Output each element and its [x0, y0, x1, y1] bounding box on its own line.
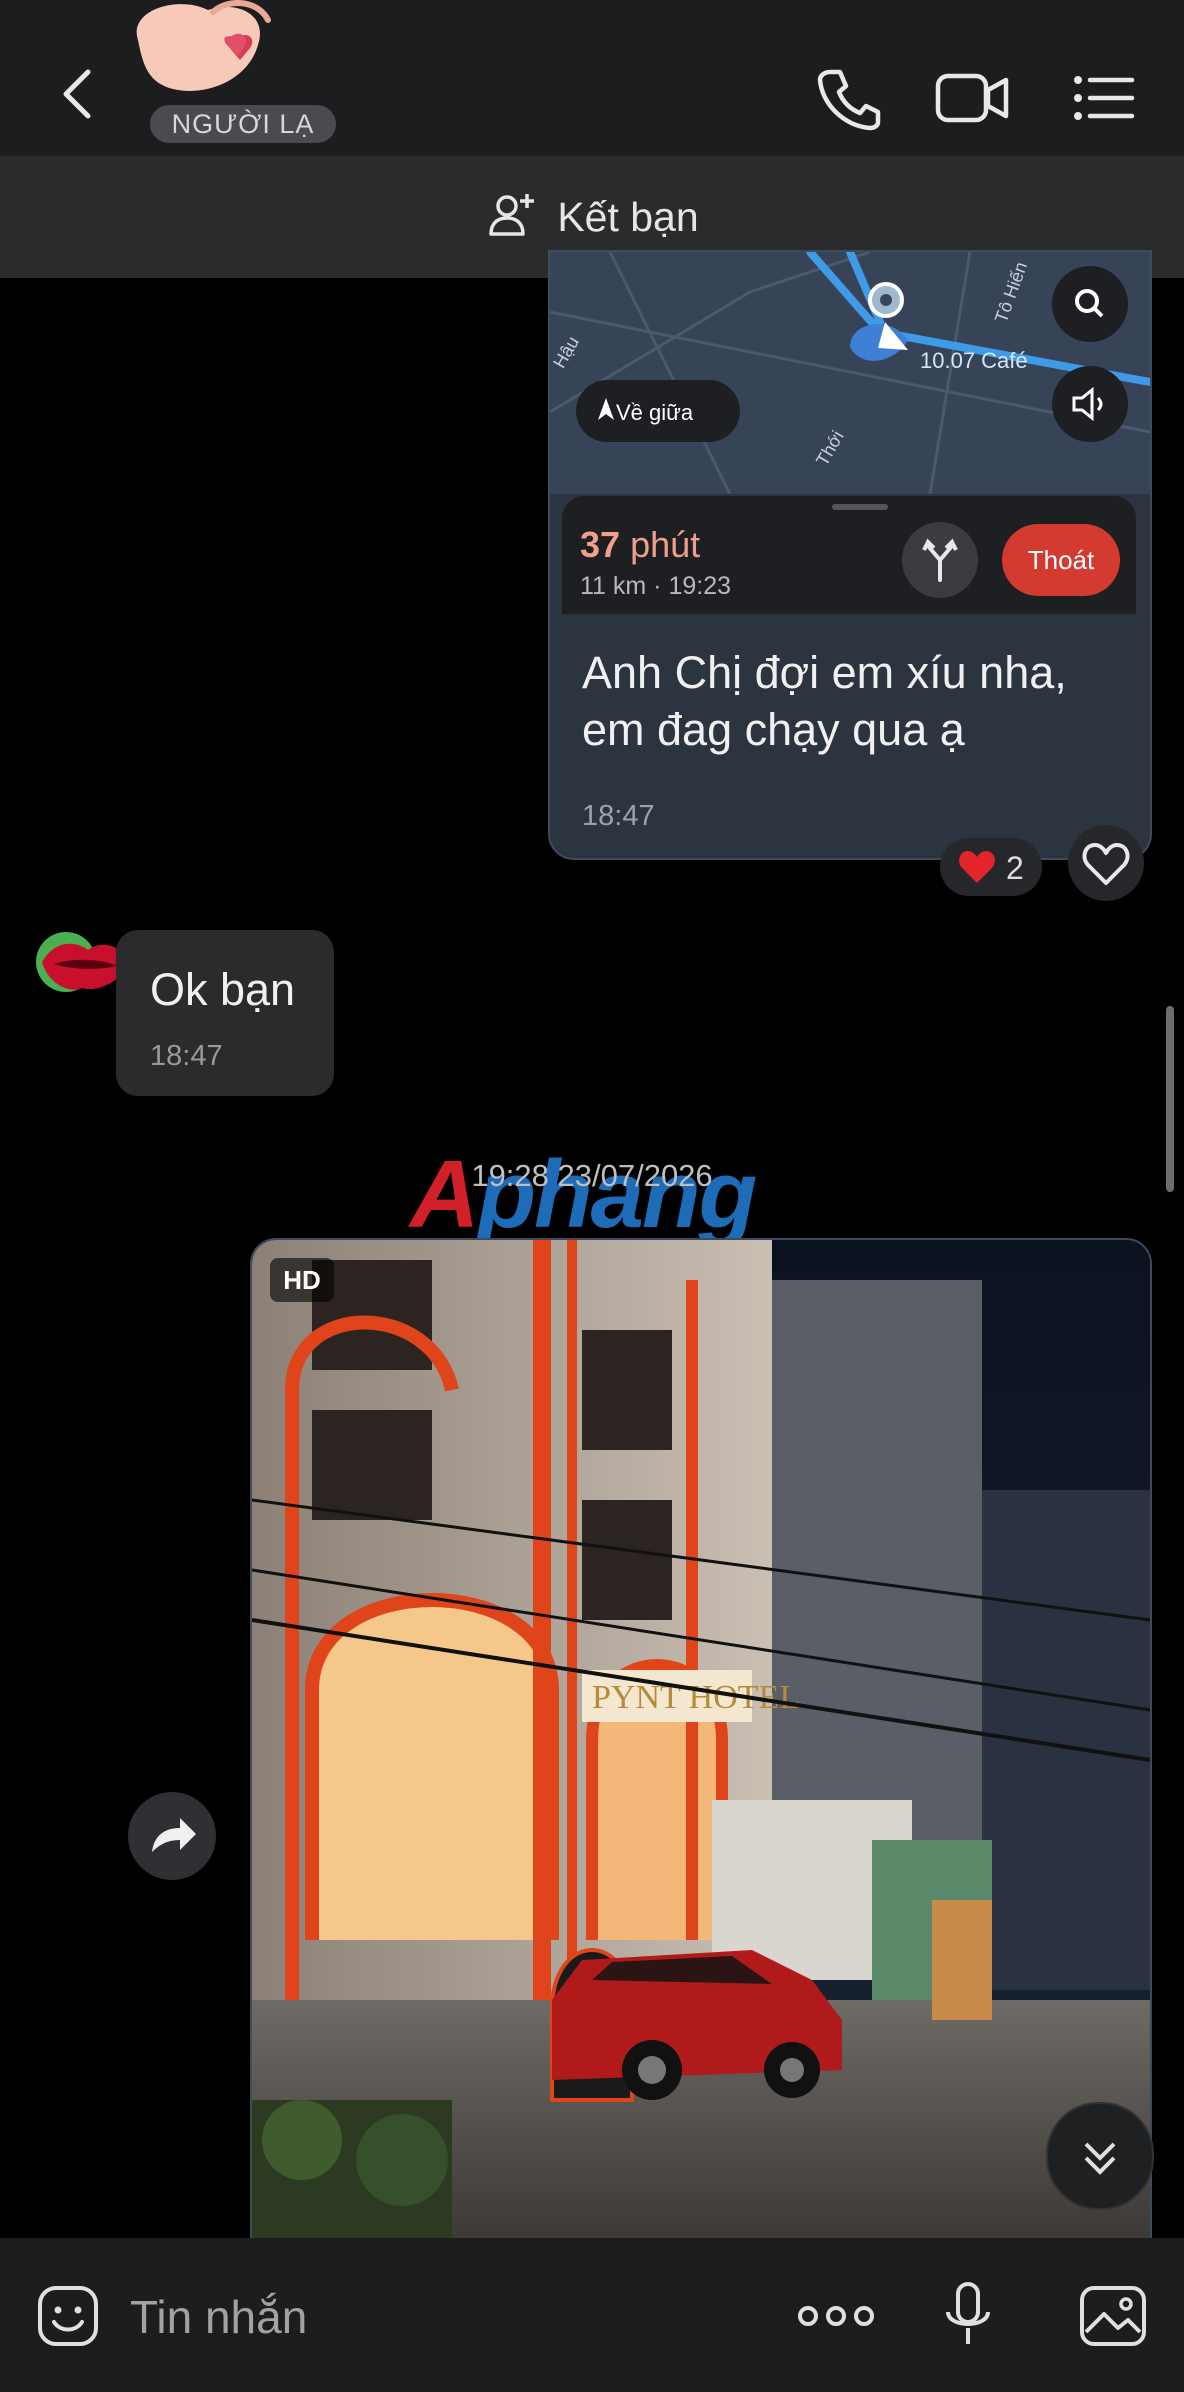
reaction-summary[interactable]: 2 [940, 838, 1042, 896]
watermark-logo: Aphang [410, 1141, 757, 1248]
hd-badge: HD [270, 1258, 334, 1302]
microphone-icon[interactable] [940, 2278, 996, 2354]
add-friend-label: Kết bạn [557, 193, 699, 240]
hotel-sign-text: PYNT HOTEL [592, 1679, 800, 1716]
back-arrow-icon[interactable] [50, 58, 110, 128]
navigation-card: 37 phút 11 km · 19:23 Thoát [562, 496, 1136, 614]
phone-icon[interactable] [812, 62, 884, 134]
message-input[interactable] [128, 2278, 772, 2356]
incoming-message-text: Ok bạn [150, 964, 296, 1015]
share-forward-icon[interactable] [128, 1792, 216, 1880]
add-person-icon [485, 188, 539, 247]
message-timestamp: 18:47 [150, 1040, 223, 1072]
outgoing-message-text: Anh Chị đợi em xíu nha, em đag chạy qua … [582, 647, 1067, 755]
more-options-icon[interactable] [796, 2294, 876, 2338]
scroll-to-bottom-button[interactable] [1046, 2102, 1154, 2210]
exit-navigation-button: Thoát [1002, 524, 1120, 596]
contact-avatar[interactable] [118, 0, 378, 120]
chat-header: NGƯỜI LẠ [0, 0, 1184, 156]
eta-detail: 11 km · 19:23 [580, 572, 732, 600]
video-camera-icon[interactable] [932, 62, 1012, 134]
route-options-icon [902, 522, 978, 598]
reaction-count: 2 [1006, 850, 1024, 886]
incoming-message-bubble[interactable]: Ok bạn 18:47 [116, 930, 334, 1096]
date-divider: 19:28 23/07/2026 [471, 1158, 713, 1193]
map-screenshot: Về giữa 10.07 Café Tô Hiến Hậu Thới [550, 252, 1150, 494]
red-heart-icon [956, 846, 998, 893]
drag-handle [832, 504, 888, 510]
message-composer [0, 2238, 1184, 2392]
message-timestamp: 18:47 [582, 800, 655, 832]
outgoing-message-bubble[interactable]: Về giữa 10.07 Café Tô Hiến Hậu Thới 37 p… [548, 250, 1152, 860]
emoji-sticker-icon[interactable] [34, 2282, 102, 2350]
photo-message[interactable]: PYNT HOTEL HD [250, 1238, 1152, 2242]
stranger-badge: NGƯỜI LẠ [150, 105, 336, 143]
image-gallery-icon[interactable] [1078, 2282, 1148, 2350]
eta-minutes: 37 phút [580, 524, 701, 565]
heart-react-button[interactable] [1068, 825, 1144, 901]
list-menu-icon[interactable] [1068, 62, 1140, 134]
place-label: 10.07 Café [920, 348, 1028, 373]
recenter-button: Về giữa [616, 400, 694, 425]
